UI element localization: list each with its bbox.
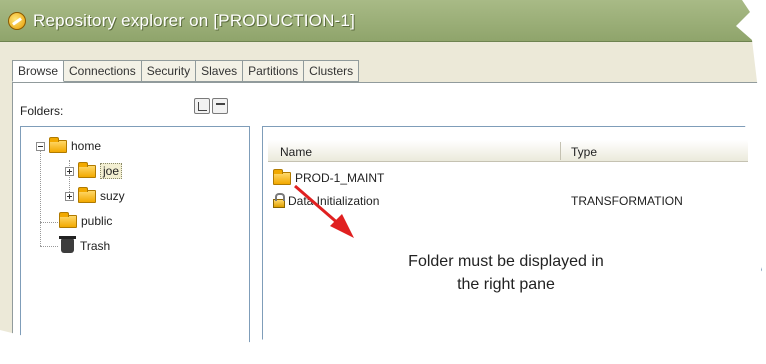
annotation-line-2: the right pane <box>457 276 555 293</box>
annotation-arrow <box>294 184 354 238</box>
annotation-line-1: Folder must be displayed in <box>408 253 604 270</box>
annotation-callout: Folder must be displayed in the right pa… <box>350 250 662 296</box>
arrow-shaft <box>294 184 341 227</box>
